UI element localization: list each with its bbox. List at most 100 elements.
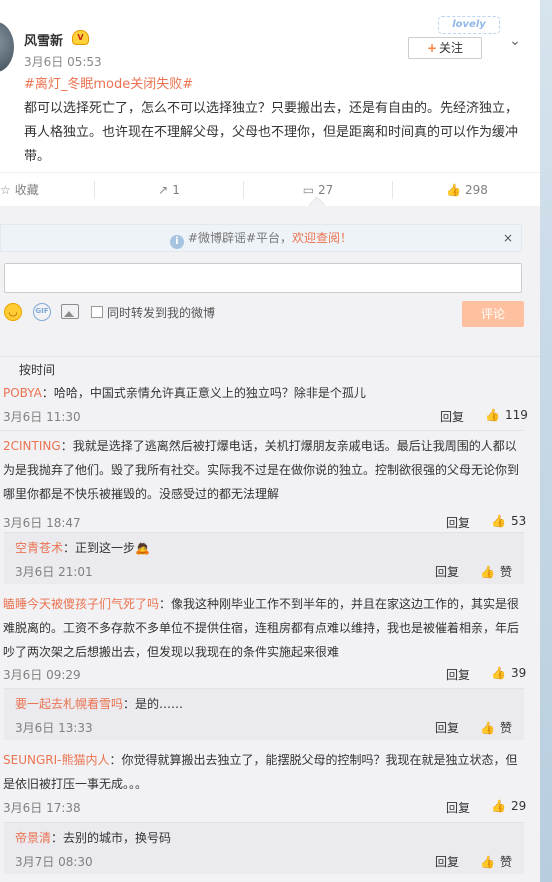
post-text: 都可以选择死亡了，怎么不可以选择独立？只要搬出去，还是有自由的。先经济独立，再人… — [24, 101, 519, 164]
comment-text: ：我就是选择了逃离然后被打爆电话，关机打爆朋友亲戚电话。最后让我周围的人都以为是… — [3, 439, 520, 501]
comment-like-label: 赞 — [499, 855, 512, 869]
sticker-decoration: lovely — [438, 16, 500, 34]
thumbs-up-icon: 👍 — [480, 855, 495, 869]
comment-like-label: 赞 — [499, 721, 512, 735]
favorite-button[interactable]: ☆ 收藏 — [0, 173, 94, 207]
thumbs-up-icon: 👍 — [485, 408, 500, 422]
topic-link[interactable]: #离灯_冬眠mode关闭失败# — [24, 77, 193, 92]
post-time[interactable]: 3月6日 05:53 — [24, 53, 102, 70]
comment-body: 瞌睡今天被傻孩子们气死了吗：像我这种刚毕业工作不到半年的，并且在家这边工作的，其… — [3, 592, 523, 664]
image-icon[interactable] — [61, 304, 79, 319]
comment-body: POBYA：哈哈，中国式亲情允许真正意义上的独立吗？除非是个孤儿 — [3, 382, 523, 404]
comment-body: 2CINTING：我就是选择了逃离然后被打爆电话，关机打爆朋友亲戚电话。最后让我… — [3, 434, 523, 506]
thumbs-up-icon: 👍 — [491, 799, 506, 813]
close-icon[interactable]: × — [503, 225, 513, 251]
sub-comment: 要一起去札幌看雪吗：是的…… 3月6日 13:33 回复 👍 赞 — [4, 688, 524, 740]
notice-prefix[interactable]: #微博辟谣#平台， — [188, 231, 292, 245]
avatar[interactable] — [0, 22, 14, 72]
emoji-icon[interactable]: ◡ — [4, 303, 22, 321]
repost-button[interactable]: ↗ 1 — [95, 173, 243, 207]
comment-time: 3月7日 08:30 — [15, 855, 93, 869]
sub-comment: 帝景清：去别的城市，换号码 3月7日 08:30 回复 👍 赞 — [4, 822, 524, 874]
comment-text: ：哈哈，中国式亲情允许真正意义上的独立吗？除非是个孤儿 — [41, 386, 366, 400]
star-icon: ☆ — [0, 183, 11, 197]
comment-item: 瞌睡今天被傻孩子们气死了吗：像我这种刚毕业工作不到半年的，并且在家这边工作的，其… — [0, 590, 540, 686]
comment-body: 要一起去札幌看雪吗：是的…… — [15, 693, 515, 715]
comment-time: 3月6日 13:33 — [15, 721, 93, 735]
comment-item: POBYA：哈哈，中国式亲情允许真正意义上的独立吗？除非是个孤儿 3月6日 11… — [0, 378, 540, 426]
share-icon: ↗ — [158, 183, 169, 197]
comment-like-button[interactable]: 👍 119 — [485, 408, 528, 422]
follow-label: 关注 — [439, 41, 464, 55]
plus-icon: + — [426, 41, 438, 55]
comment-like-count: 29 — [510, 799, 527, 813]
comment-like-button[interactable]: 👍 赞 — [480, 719, 512, 736]
sub-comment: 空青苍术：正到这一步🙇 3月6日 21:01 回复 👍 赞 — [4, 532, 524, 584]
comment-icon: ▭ — [302, 183, 315, 197]
comment-item: 2CINTING：我就是选择了逃离然后被打爆电话，关机打爆朋友亲戚电话。最后让我… — [0, 432, 540, 531]
comment-time: 3月6日 17:38 — [3, 801, 81, 815]
comment-text: ：正到这一步 — [63, 541, 136, 555]
reply-button[interactable]: 回复 — [440, 408, 464, 425]
comment-body: 空青苍术：正到这一步🙇 — [15, 537, 515, 559]
repost-count: 1 — [172, 183, 180, 197]
comment-username[interactable]: 空青苍术 — [15, 541, 63, 555]
reply-button[interactable]: 回复 — [435, 853, 459, 870]
comment-item: SEUNGRI-熊猫内人：你觉得就算搬出去独立了，能摆脱父母的控制吗？我现在就是… — [0, 746, 540, 820]
like-button[interactable]: 👍 298 — [393, 173, 541, 207]
comment-username[interactable]: 要一起去札幌看雪吗 — [15, 697, 123, 711]
comment-like-count: 119 — [504, 408, 528, 422]
comment-like-button[interactable]: 👍 29 — [491, 799, 526, 813]
sort-by-time[interactable]: 按时间 — [19, 361, 55, 378]
comment-like-button[interactable]: 👍 39 — [491, 666, 526, 680]
comment-body: SEUNGRI-熊猫内人：你觉得就算搬出去独立了，能摆脱父母的控制吗？我现在就是… — [3, 748, 523, 796]
username[interactable]: 风雪新 — [24, 30, 63, 49]
composer-toolbar: ◡ GIF 同时转发到我的微博 评论 — [0, 301, 540, 327]
thumbs-up-icon: 👍 — [491, 514, 506, 528]
comment-body: 帝景清：去别的城市，换号码 — [15, 827, 515, 849]
reply-button[interactable]: 回复 — [435, 563, 459, 580]
comment-like-count: 53 — [510, 514, 527, 528]
like-count: 298 — [465, 183, 488, 197]
submit-comment-button[interactable]: 评论 — [462, 301, 524, 327]
vip-badge-icon: V — [72, 30, 89, 45]
notice-link[interactable]: 欢迎查阅！ — [292, 231, 352, 245]
favorite-label: 收藏 — [14, 183, 39, 197]
follow-button[interactable]: + 关注 — [408, 37, 482, 59]
action-bar: ☆ 收藏 ↗ 1 ▭ 27 👍 298 — [0, 172, 540, 206]
gif-icon[interactable]: GIF — [33, 303, 51, 321]
comment-username[interactable]: SEUNGRI-熊猫内人 — [3, 753, 109, 767]
thumbs-up-icon: 👍 — [480, 721, 495, 735]
repost-checkbox[interactable] — [91, 306, 103, 318]
comment-like-button[interactable]: 👍 53 — [491, 514, 526, 528]
repost-checkbox-label[interactable]: 同时转发到我的微博 — [107, 304, 215, 321]
comment-input[interactable] — [4, 263, 522, 293]
comment-username[interactable]: 帝景清 — [15, 831, 51, 845]
thumbs-up-icon: 👍 — [446, 183, 462, 197]
reply-button[interactable]: 回复 — [446, 799, 470, 816]
comment-time: 3月6日 18:47 — [3, 516, 81, 530]
reply-button[interactable]: 回复 — [446, 514, 470, 531]
reply-button[interactable]: 回复 — [435, 719, 459, 736]
weibo-post-card: 风雪新 V 3月6日 05:53 + 关注 lovely ⌄ #离灯_冬眠mode… — [0, 0, 540, 882]
comments-area: i #微博辟谣#平台，欢迎查阅！ × ◡ GIF 同时转发到我的微博 评论 按时间… — [0, 206, 540, 882]
comment-count: 27 — [318, 183, 334, 197]
comment-text: ：去别的城市，换号码 — [51, 831, 172, 845]
emoji-icon: 🙇 — [135, 541, 150, 555]
comment-username[interactable]: POBYA — [3, 386, 42, 400]
thumbs-up-icon: 👍 — [480, 565, 495, 579]
comment-like-button[interactable]: 👍 赞 — [480, 853, 512, 870]
comment-text: ：是的…… — [123, 697, 184, 711]
comment-like-button[interactable]: 👍 赞 — [480, 563, 512, 580]
comment-time: 3月6日 21:01 — [15, 565, 93, 579]
divider — [0, 430, 524, 431]
post-header: 风雪新 V 3月6日 05:53 + 关注 lovely ⌄ — [0, 14, 540, 74]
comment-time: 3月6日 11:30 — [3, 410, 81, 424]
comment-like-count: 39 — [510, 666, 527, 680]
info-icon: i — [169, 235, 184, 249]
reply-button[interactable]: 回复 — [446, 666, 470, 683]
comment-username[interactable]: 2CINTING — [3, 439, 61, 453]
chevron-down-icon[interactable]: ⌄ — [508, 34, 522, 48]
comment-username[interactable]: 瞌睡今天被傻孩子们气死了吗 — [3, 597, 159, 611]
rumor-notice: i #微博辟谣#平台，欢迎查阅！ × — [0, 224, 522, 252]
